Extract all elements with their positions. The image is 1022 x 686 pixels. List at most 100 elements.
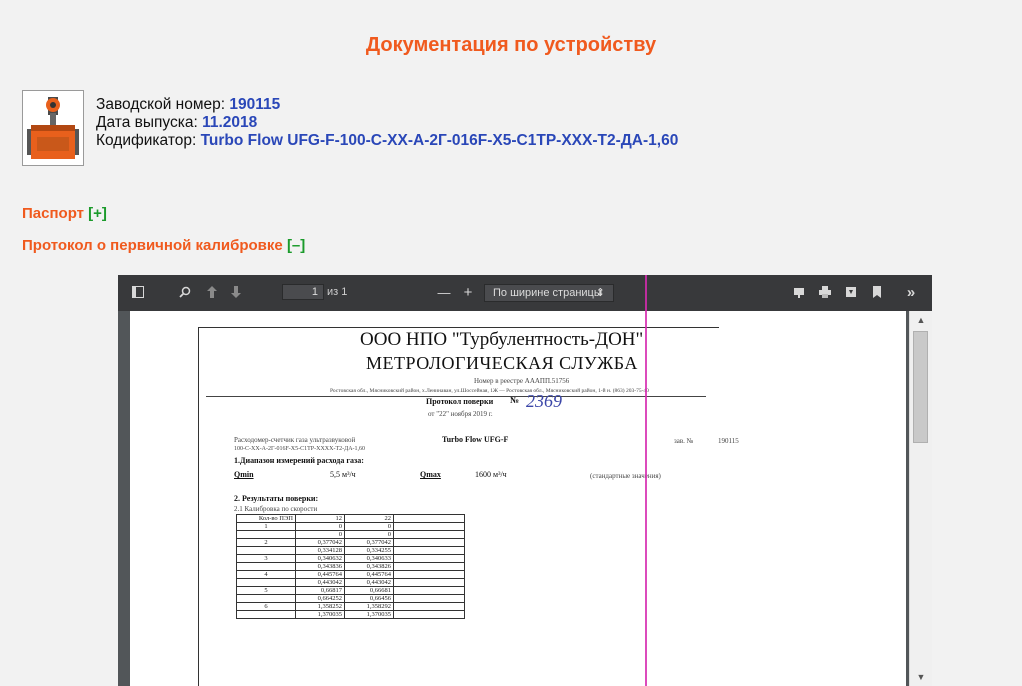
serial-row: Заводской номер: 190115 (96, 96, 678, 114)
table-cell (393, 538, 465, 547)
scrollbar-thumb[interactable] (913, 331, 928, 443)
table-cell: 0,445764 (344, 570, 394, 579)
qmax-label: Qmax (420, 470, 441, 479)
protocol-label: Протокол о первичной калибровке (22, 237, 283, 254)
table-cell (236, 562, 296, 571)
table-cell: 1,370035 (295, 610, 345, 619)
zoom-value: По ширине страницы (493, 287, 602, 299)
table-cell (393, 586, 465, 595)
table-cell (393, 570, 465, 579)
table-cell: 0,377042 (295, 538, 345, 547)
download-icon[interactable] (842, 283, 860, 303)
device-image (22, 90, 84, 166)
passport-link[interactable]: Паспорт [+] (22, 205, 107, 222)
protocol-toggle[interactable]: [–] (287, 237, 305, 254)
more-tools-button[interactable]: » (902, 283, 920, 303)
chevron-down-icon: ⇕ (595, 287, 605, 299)
zoom-select[interactable]: По ширине страницы ⇕ (484, 284, 614, 302)
table-cell: 5 (236, 586, 296, 595)
table-header-cell: 12 (295, 514, 345, 523)
table-cell (393, 594, 465, 603)
previous-page-icon[interactable] (204, 283, 220, 303)
passport-toggle[interactable]: [+] (88, 205, 107, 222)
print-icon[interactable] (816, 283, 834, 303)
zoom-in-button[interactable]: + (460, 283, 476, 303)
search-icon[interactable] (176, 283, 194, 303)
table-cell (236, 594, 296, 603)
pdf-viewer: из 1 — + По ширине страницы ⇕ » ООО НПО … (118, 275, 932, 686)
table-cell: 1,358252 (295, 602, 345, 611)
pdf-page: ООО НПО "Турбулентность-ДОН" МЕТРОЛОГИЧЕ… (130, 311, 906, 686)
code-label: Кодификатор: (96, 132, 197, 149)
table-cell (393, 562, 465, 571)
table-cell (236, 546, 296, 555)
page-title: Документация по устройству (365, 34, 657, 56)
table-header-cell: 22 (344, 514, 394, 523)
table-header-cell (393, 514, 465, 523)
table-row: 5 0,66817 0,66681 (236, 586, 465, 595)
meter-serial: 190115 (718, 437, 739, 445)
device-info: Заводской номер: 190115 Дата выпуска: 11… (96, 96, 678, 150)
table-cell: 0,377042 (344, 538, 394, 547)
serial-label: Заводской номер: (96, 96, 226, 113)
document-org: ООО НПО "Турбулентность-ДОН" (360, 329, 644, 350)
table-cell: 0,66681 (344, 586, 394, 595)
meter-code: 100-C-XX-A-2Г-016F-X5-C1TP-XXXX-T2-ДА-1,… (234, 446, 366, 452)
table-cell (393, 602, 465, 611)
table-cell: 0,66456 (344, 594, 394, 603)
table-cell: 3 (236, 554, 296, 563)
date-value: 11.2018 (202, 114, 258, 131)
protocol-date: от "22" ноября 2019 г. (428, 410, 493, 418)
table-header-cell: Кол-во ПЭП (236, 514, 296, 523)
table-row: 2 0,377042 0,377042 (236, 538, 465, 547)
document-address: Ростовская обл., Мясниковский район, х.Л… (330, 388, 649, 394)
table-cell: 0,443042 (295, 578, 345, 587)
protocol-number: 2369 (526, 391, 562, 411)
date-row: Дата выпуска: 11.2018 (96, 114, 678, 132)
results-title: 2. Результаты поверки: (234, 494, 319, 503)
table-cell: 0,66817 (295, 586, 345, 595)
results-subtitle: 2.1 Калибровка по скорости (234, 505, 318, 513)
zoom-out-button[interactable]: — (436, 283, 452, 303)
table-cell: 0,445764 (295, 570, 345, 579)
table-cell: 0 (295, 530, 345, 539)
table-cell: 0 (295, 522, 345, 531)
table-cell (393, 610, 465, 619)
table-row: 0,343836 0,343826 (236, 562, 465, 571)
scroll-down-icon[interactable]: ▼ (916, 672, 926, 682)
meter-model: Turbo Flow UFG-F (442, 435, 509, 444)
protocol-no-label: № (510, 395, 520, 405)
range-title: 1.Диапазон измерений расхода газа: (234, 456, 364, 465)
protocol-link[interactable]: Протокол о первичной калибровке [–] (22, 237, 305, 254)
passport-label: Паспорт (22, 205, 84, 222)
document-registry: Номер в реестре АААПП.51756 (474, 377, 570, 385)
table-cell: 0,334255 (344, 546, 394, 555)
table-cell: 1 (236, 522, 296, 531)
table-cell: 1,358292 (344, 602, 394, 611)
page-count: из 1 (327, 286, 348, 298)
table-cell: 0,334128 (295, 546, 345, 555)
scroll-up-icon[interactable]: ▲ (916, 315, 926, 325)
pdf-toolbar: из 1 — + По ширине страницы ⇕ » (118, 275, 932, 311)
table-cell (393, 522, 465, 531)
table-cell (236, 610, 296, 619)
table-cell: 6 (236, 602, 296, 611)
table-cell (393, 554, 465, 563)
scrollbar[interactable]: ▲ ▼ (909, 311, 932, 686)
scanned-document: ООО НПО "Турбулентность-ДОН" МЕТРОЛОГИЧЕ… (130, 311, 906, 686)
table-cell: 0,343826 (344, 562, 394, 571)
qmin-label: Qmin (234, 470, 254, 479)
table-header-row: Кол-во ПЭП 12 22 (236, 514, 465, 523)
sidebar-toggle-icon[interactable] (128, 283, 148, 303)
meter-serial-label: зав. № (674, 437, 694, 445)
serial-value: 190115 (229, 96, 281, 113)
next-page-icon[interactable] (228, 283, 244, 303)
table-row: 00 (236, 530, 465, 539)
presentation-mode-icon[interactable] (790, 283, 808, 303)
bookmark-icon[interactable] (868, 283, 886, 303)
page-number-input[interactable] (282, 284, 324, 300)
table-row: 0,443042 0,443042 (236, 578, 465, 587)
protocol-title: Протокол поверки (426, 397, 494, 406)
table-cell (236, 530, 296, 539)
table-cell: 0,340633 (344, 554, 394, 563)
